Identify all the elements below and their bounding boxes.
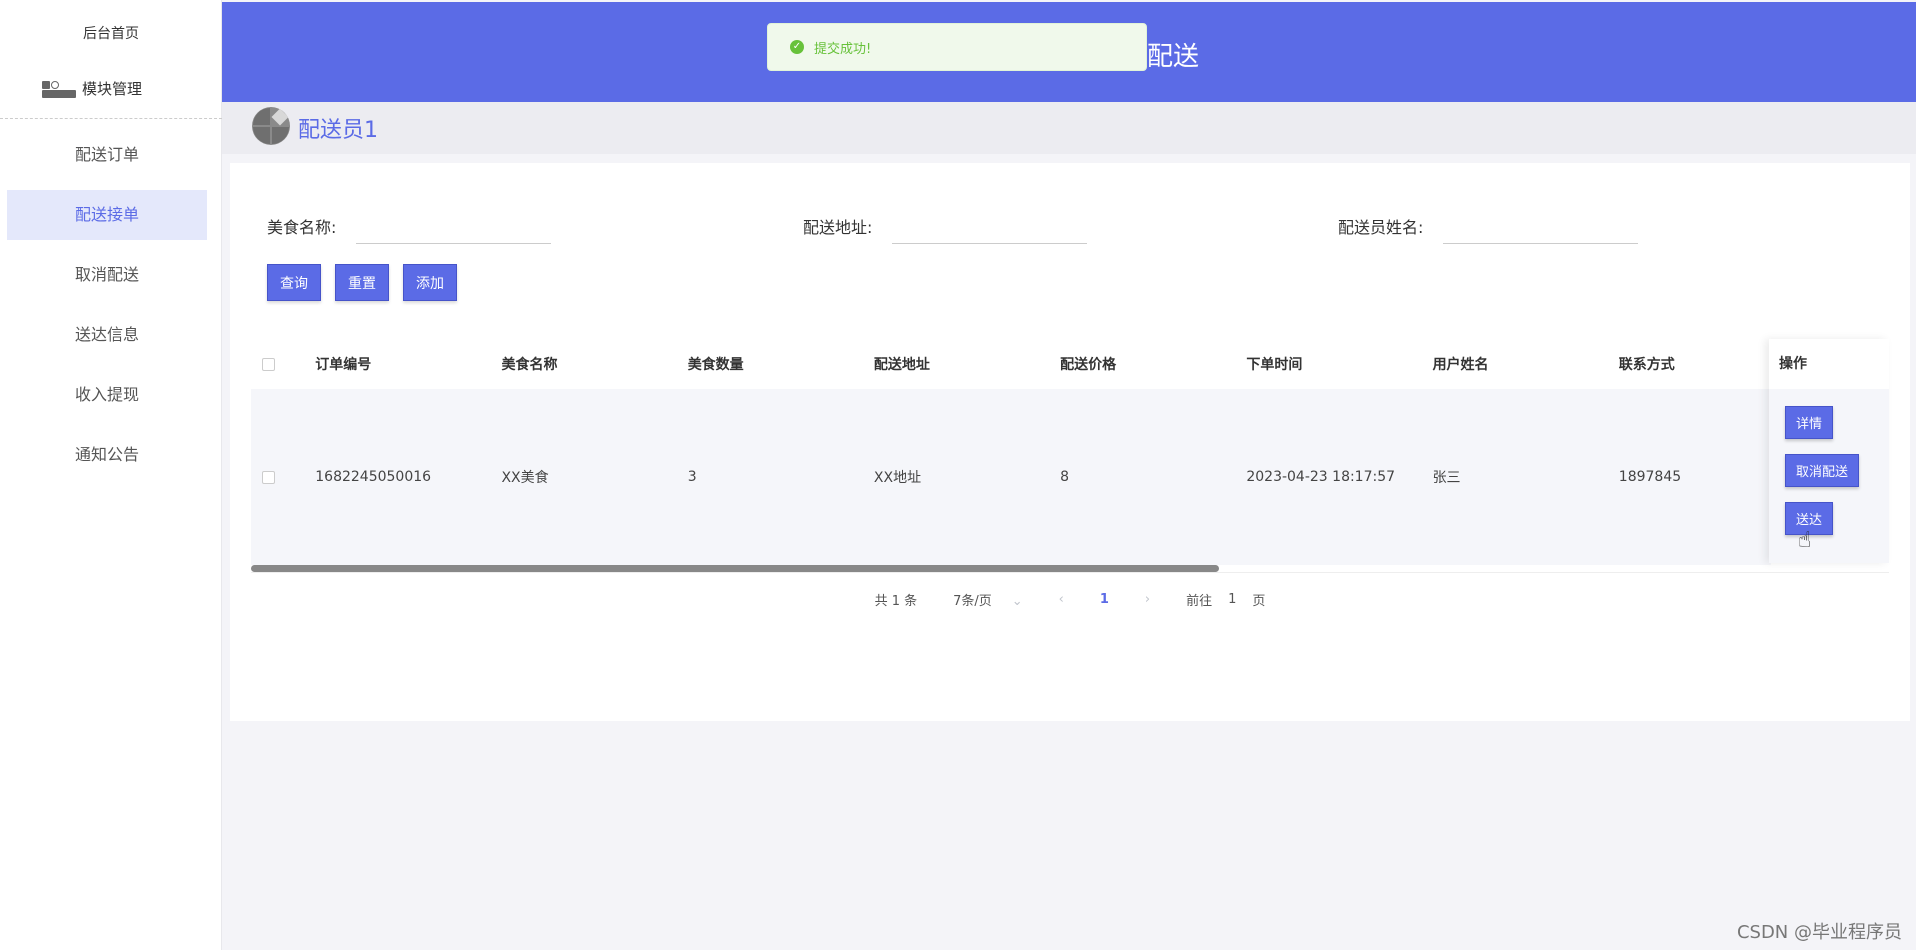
sidebar-item-accept-orders[interactable]: 配送接单	[7, 190, 207, 240]
column-header: 联系方式	[1618, 357, 1675, 373]
select-all-checkbox[interactable]	[262, 357, 275, 371]
address-field: 配送地址:	[803, 208, 1088, 244]
row-checkbox[interactable]	[262, 470, 275, 484]
prev-page-icon[interactable]: ‹	[1059, 592, 1064, 607]
chevron-down-icon: ⌄	[1011, 594, 1023, 609]
sidebar: 后台首页 模块管理 配送订单 配送接单 取消配送 送达信息 收入提现 通知公告	[0, 0, 222, 950]
next-page-icon[interactable]: ›	[1145, 592, 1150, 607]
sidebar-item-delivery-orders[interactable]: 配送订单	[7, 130, 207, 180]
cell-food-quantity: 3	[687, 469, 697, 485]
data-table: 订单编号 美食名称 美食数量 配送地址 配送价格 下单时间 用户姓名 联系方式 …	[251, 339, 1889, 575]
column-header: 用户姓名	[1432, 357, 1489, 373]
main-panel: 美食名称: 配送地址: 配送员姓名: 查询 重置 添加 订单编号 美食名称 美食…	[230, 163, 1910, 721]
column-header: 配送价格	[1060, 357, 1117, 373]
sidebar-item-withdraw[interactable]: 收入提现	[7, 370, 207, 420]
success-check-icon: ✓	[790, 40, 804, 54]
page-number-current[interactable]: 1	[1100, 592, 1109, 607]
username: 配送员1	[298, 118, 378, 143]
cell-contact: 1897845	[1618, 469, 1682, 485]
cell-food-name: XX美食	[501, 470, 549, 486]
address-label: 配送地址:	[803, 218, 873, 237]
pagination-total: 共 1 条	[874, 594, 918, 609]
table-row[interactable]: 1682245050016 XX美食 3 XX地址 8 2023-04-23 1…	[251, 389, 1771, 565]
cell-order-time: 2023-04-23 18:17:57	[1246, 469, 1396, 485]
courier-label: 配送员姓名:	[1338, 218, 1424, 237]
page-size-value: 7条/页	[953, 594, 992, 609]
courier-input[interactable]	[1443, 208, 1639, 244]
cancel-delivery-button[interactable]: 取消配送	[1785, 454, 1860, 487]
address-input[interactable]	[892, 208, 1088, 244]
food-name-field: 美食名称:	[267, 208, 552, 244]
operations-column: 操作 详情 取消配送 送达	[1769, 339, 1889, 563]
reset-button[interactable]: 重置	[335, 264, 389, 301]
watermark: CSDN @毕业程序员	[1736, 922, 1902, 943]
detail-button[interactable]: 详情	[1785, 406, 1834, 439]
scrollbar-thumb[interactable]	[251, 565, 1219, 572]
cell-user-name: 张三	[1432, 470, 1461, 486]
food-name-input[interactable]	[356, 208, 552, 244]
goto-page-input[interactable]: 1	[1228, 592, 1236, 607]
sidebar-item-cancel-delivery[interactable]: 取消配送	[7, 250, 207, 300]
goto-label: 前往	[1186, 594, 1213, 609]
query-button[interactable]: 查询	[267, 264, 321, 301]
column-header: 订单编号	[315, 357, 372, 373]
sidebar-module-management[interactable]: 模块管理	[40, 78, 142, 99]
page-size-select[interactable]: 7条/页 ⌄	[953, 590, 1023, 609]
sidebar-module-label: 模块管理	[82, 80, 143, 98]
cell-price: 8	[1060, 469, 1070, 485]
success-toast: ✓ 提交成功!	[767, 23, 1147, 71]
delivered-button[interactable]: 送达	[1785, 502, 1834, 535]
add-button[interactable]: 添加	[403, 264, 457, 301]
page-title: 配送	[1147, 42, 1200, 72]
food-name-label: 美食名称:	[267, 218, 337, 237]
sidebar-divider	[0, 118, 222, 119]
pagination: 共 1 条 7条/页 ⌄ ‹ 1 › 前往 1 页	[230, 590, 1910, 609]
column-header: 配送地址	[873, 357, 930, 373]
toast-message: 提交成功!	[814, 41, 872, 57]
sidebar-menu: 配送订单 配送接单 取消配送 送达信息 收入提现 通知公告	[7, 130, 207, 490]
column-header-operations: 操作	[1769, 339, 1889, 389]
column-header: 美食名称	[501, 357, 558, 373]
page-suffix: 页	[1252, 594, 1266, 609]
sidebar-item-delivered-info[interactable]: 送达信息	[7, 310, 207, 360]
sidebar-item-announcements[interactable]: 通知公告	[7, 430, 207, 480]
action-buttons: 查询 重置 添加	[267, 264, 457, 301]
grid-icon	[40, 79, 76, 99]
sidebar-home-link[interactable]: 后台首页	[0, 23, 222, 43]
table-header: 订单编号 美食名称 美食数量 配送地址 配送价格 下单时间 用户姓名 联系方式	[251, 339, 1771, 389]
column-header: 美食数量	[687, 357, 744, 373]
cell-address: XX地址	[873, 470, 922, 486]
cell-order-number: 1682245050016	[315, 469, 432, 485]
search-form: 美食名称: 配送地址: 配送员姓名:	[230, 208, 1910, 248]
courier-field: 配送员姓名:	[1338, 208, 1639, 244]
user-strip: 配送员1	[222, 102, 1916, 154]
column-header: 下单时间	[1246, 357, 1303, 373]
horizontal-scrollbar[interactable]	[251, 565, 1889, 573]
avatar[interactable]	[252, 107, 290, 145]
